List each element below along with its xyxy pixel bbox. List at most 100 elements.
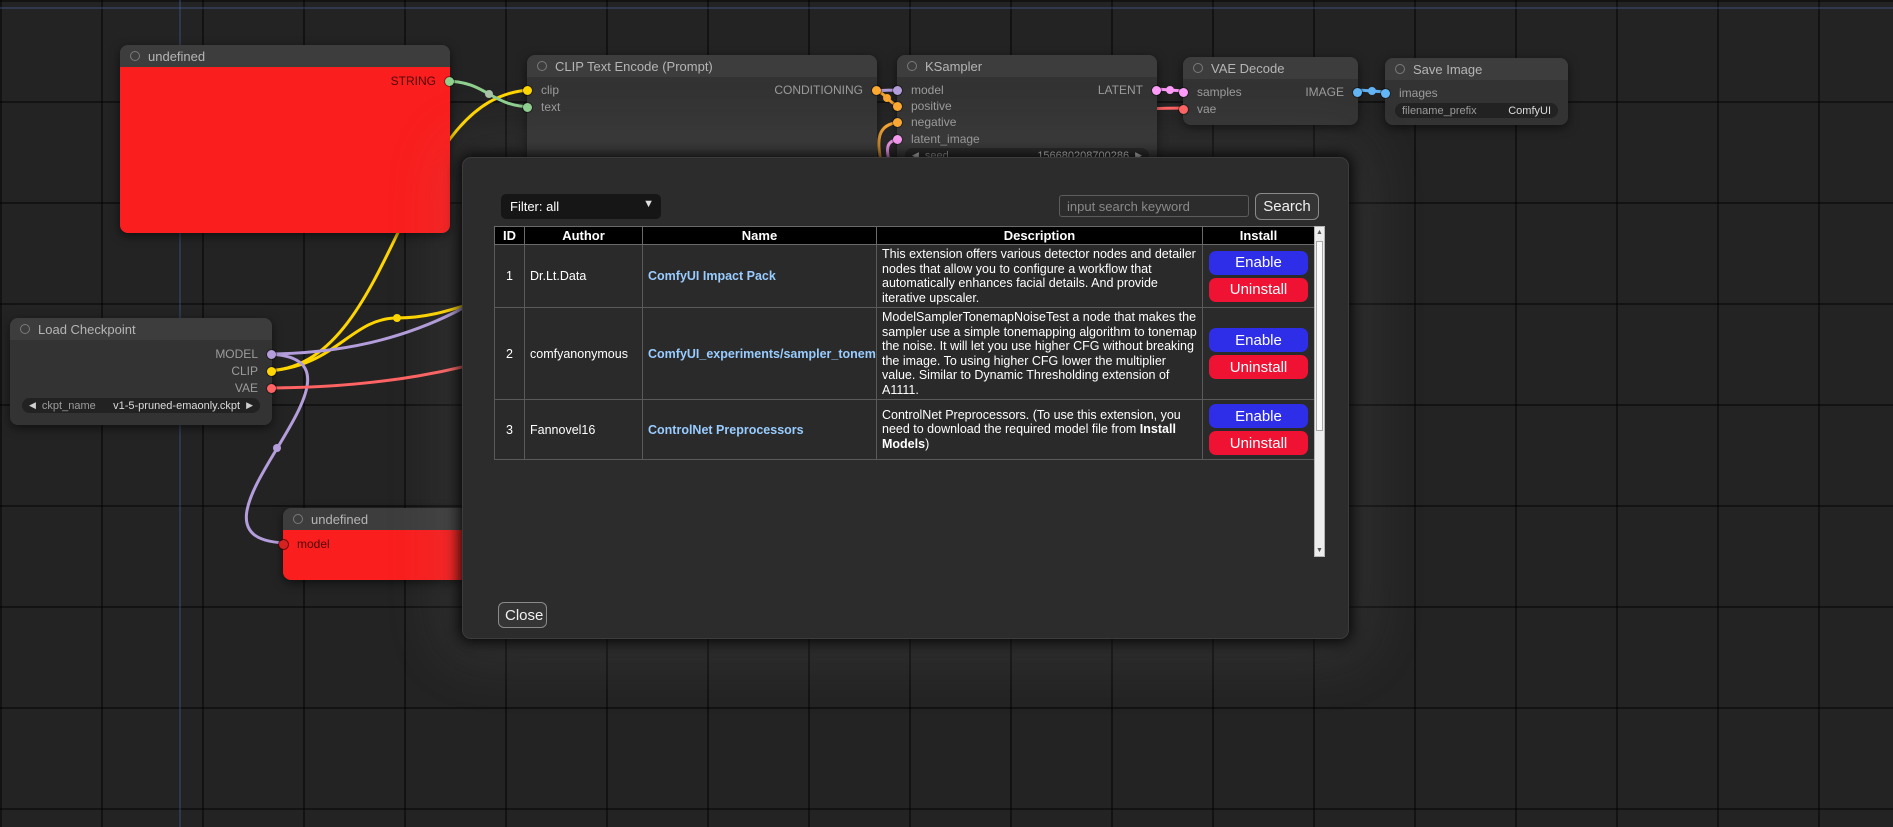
input-slot-negative[interactable] xyxy=(893,118,902,127)
collapse-dot-icon[interactable] xyxy=(1193,63,1203,73)
extension-row: 2comfyanonymousComfyUI_experiments/sampl… xyxy=(495,308,1315,400)
node-undefined-top[interactable]: undefined STRING xyxy=(120,45,450,233)
input-label: images xyxy=(1399,86,1438,100)
extension-id-cell: 1 xyxy=(495,245,525,308)
extension-description-cell: This extension offers various detector n… xyxy=(877,245,1203,308)
wire-midpoint-dot xyxy=(883,94,891,102)
collapse-dot-icon[interactable] xyxy=(907,61,917,71)
widget-value: ComfyUI xyxy=(1508,105,1551,117)
output-slot-string[interactable] xyxy=(445,77,454,86)
uninstall-button[interactable]: Uninstall xyxy=(1209,355,1308,379)
extension-description-cell: ModelSamplerTonemapNoiseTest a node that… xyxy=(877,308,1203,400)
collapse-dot-icon[interactable] xyxy=(130,51,140,61)
scrollbar-thumb[interactable] xyxy=(1316,241,1323,431)
filename-prefix-widget[interactable]: filename_prefix ComfyUI xyxy=(1395,103,1558,118)
input-label: model xyxy=(297,537,330,551)
extensions-table: IDAuthorNameDescriptionInstall 1Dr.Lt.Da… xyxy=(494,226,1315,460)
ckpt-name-widget[interactable]: ◀ ckpt_name v1-5-pruned-emaonly.ckpt ▶ xyxy=(22,398,260,413)
output-slot-conditioning[interactable] xyxy=(872,86,881,95)
node-header[interactable]: undefined xyxy=(120,45,450,67)
description-text: ) xyxy=(925,437,929,451)
node-load-checkpoint[interactable]: Load Checkpoint MODEL CLIP VAE ◀ ckpt_na… xyxy=(10,318,272,425)
wire-midpoint-dot xyxy=(1368,87,1376,95)
extension-install-cell: Enable Uninstall xyxy=(1203,400,1315,460)
description-text: This extension offers various detector n… xyxy=(882,247,1196,305)
extensions-table-body: 1Dr.Lt.Data ComfyUI Impact Pack This exten… xyxy=(495,245,1315,460)
enable-button[interactable]: Enable xyxy=(1209,404,1308,428)
output-slot-latent[interactable] xyxy=(1152,86,1161,95)
input-slot-clip[interactable] xyxy=(523,86,532,95)
node-header[interactable]: KSampler xyxy=(897,55,1157,77)
node-save-image[interactable]: Save Image images filename_prefix ComfyU… xyxy=(1385,58,1568,125)
node-body: MODEL CLIP VAE ◀ ckpt_name v1-5-pruned-e… xyxy=(10,340,272,425)
input-label: text xyxy=(541,100,560,114)
extension-author-cell: Dr.Lt.Data xyxy=(525,245,643,308)
output-label: CONDITIONING xyxy=(774,83,863,97)
wire-midpoint-dot xyxy=(393,314,401,322)
node-vae-decode[interactable]: VAE Decode samples IMAGE vae xyxy=(1183,57,1358,125)
widget-value: v1-5-pruned-emaonly.ckpt xyxy=(113,400,240,412)
extensions-table-head-row: IDAuthorNameDescriptionInstall xyxy=(495,227,1315,245)
enable-button[interactable]: Enable xyxy=(1209,328,1308,352)
node-title: Load Checkpoint xyxy=(38,322,136,337)
custom-nodes-manager-dialog: Filter: all ▼ Search IDAuthorNameDescrip… xyxy=(462,157,1349,639)
input-slot-vae[interactable] xyxy=(1179,105,1188,114)
previous-arrow-icon[interactable]: ◀ xyxy=(29,398,36,413)
input-label: negative xyxy=(911,115,956,129)
widget-label: filename_prefix xyxy=(1402,105,1477,117)
collapse-dot-icon[interactable] xyxy=(537,61,547,71)
extension-id-cell: 2 xyxy=(495,308,525,400)
input-slot-positive[interactable] xyxy=(893,102,902,111)
node-body: STRING xyxy=(120,67,450,233)
output-slot-vae[interactable] xyxy=(267,384,276,393)
input-slot-images[interactable] xyxy=(1381,89,1390,98)
extension-link[interactable]: ControlNet Preprocessors xyxy=(648,423,804,437)
input-label: samples xyxy=(1197,85,1242,99)
input-label: model xyxy=(911,83,944,97)
input-slot-samples[interactable] xyxy=(1179,88,1188,97)
collapse-dot-icon[interactable] xyxy=(1395,64,1405,74)
node-header[interactable]: CLIP Text Encode (Prompt) xyxy=(527,55,877,77)
node-undefined-bottom[interactable]: undefined model xyxy=(283,508,468,580)
node-ksampler[interactable]: KSampler model LATENT positive negative … xyxy=(897,55,1157,170)
output-slot-clip[interactable] xyxy=(267,367,276,376)
next-arrow-icon[interactable]: ▶ xyxy=(246,398,253,413)
output-slot-model[interactable] xyxy=(267,350,276,359)
scroll-up-icon[interactable]: ▲ xyxy=(1315,229,1324,236)
node-title: undefined xyxy=(148,49,205,64)
wire-midpoint-dot xyxy=(485,90,493,98)
close-button[interactable]: Close xyxy=(498,602,547,628)
table-scrollbar[interactable]: ▲ ▼ xyxy=(1314,226,1325,557)
enable-button[interactable]: Enable xyxy=(1209,251,1308,275)
output-label: CLIP xyxy=(231,364,258,378)
extension-link[interactable]: ComfyUI_experiments/sampler_tonemap xyxy=(648,347,877,361)
extension-install-cell: Enable Uninstall xyxy=(1203,245,1315,308)
extension-link[interactable]: ComfyUI Impact Pack xyxy=(648,269,776,283)
search-button[interactable]: Search xyxy=(1255,193,1319,220)
collapse-dot-icon[interactable] xyxy=(20,324,30,334)
node-header[interactable]: Load Checkpoint xyxy=(10,318,272,340)
uninstall-button[interactable]: Uninstall xyxy=(1209,431,1308,455)
collapse-dot-icon[interactable] xyxy=(293,514,303,524)
node-body: images filename_prefix ComfyUI xyxy=(1385,80,1568,125)
node-header[interactable]: VAE Decode xyxy=(1183,57,1358,79)
extension-row: 1Dr.Lt.Data ComfyUI Impact Pack This exten… xyxy=(495,245,1315,308)
input-label: positive xyxy=(911,99,952,113)
input-slot-latent-image[interactable] xyxy=(893,135,902,144)
scroll-down-icon[interactable]: ▼ xyxy=(1315,547,1324,554)
search-input[interactable] xyxy=(1059,195,1249,217)
filter-select[interactable]: Filter: all xyxy=(501,194,661,219)
node-body: samples IMAGE vae xyxy=(1183,79,1358,125)
input-slot-model[interactable] xyxy=(279,540,288,549)
output-slot-image[interactable] xyxy=(1353,88,1362,97)
wire-midpoint-dot xyxy=(1166,86,1174,94)
output-label: STRING xyxy=(391,74,436,88)
extensions-table-wrap: IDAuthorNameDescriptionInstall 1Dr.Lt.Da… xyxy=(494,226,1325,557)
input-slot-model[interactable] xyxy=(893,86,902,95)
uninstall-button[interactable]: Uninstall xyxy=(1209,278,1308,302)
output-label: LATENT xyxy=(1098,83,1143,97)
extension-install-cell: Enable Uninstall xyxy=(1203,308,1315,400)
input-slot-text[interactable] xyxy=(523,103,532,112)
node-header[interactable]: Save Image xyxy=(1385,58,1568,80)
node-header[interactable]: undefined xyxy=(283,508,468,530)
